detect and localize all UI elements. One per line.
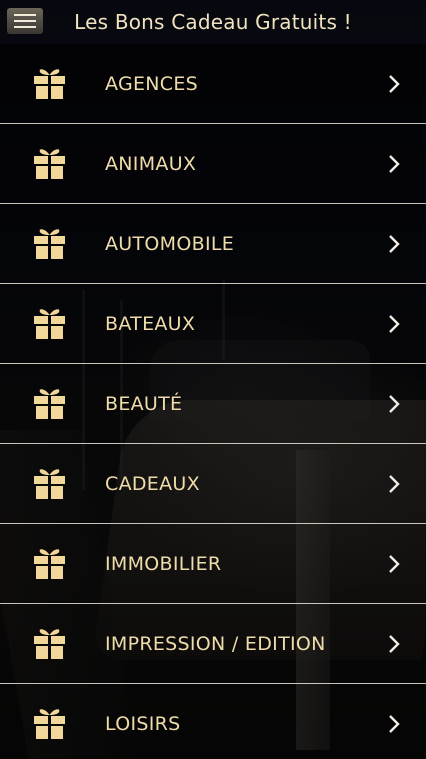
gift-icon [34, 309, 65, 339]
chevron-right-icon [389, 155, 400, 173]
chevron-right-icon [389, 395, 400, 413]
list-item-label: IMPRESSION / EDITION [105, 632, 326, 655]
chevron-right-icon [389, 475, 400, 493]
app-screen: Les Bons Cadeau Gratuits ! AGENCES ANIMA… [0, 0, 426, 759]
list-item-label: IMMOBILIER [105, 552, 222, 575]
hamburger-menu-icon[interactable] [7, 8, 43, 34]
list-item-label: BEAUTÉ [105, 392, 183, 415]
page-title: Les Bons Cadeau Gratuits ! [74, 10, 352, 34]
list-item-bateaux[interactable]: BATEAUX [0, 284, 426, 364]
chevron-right-icon [389, 75, 400, 93]
list-item-cadeaux[interactable]: CADEAUX [0, 444, 426, 524]
list-item-loisirs[interactable]: LOISIRS [0, 684, 426, 759]
list-item-label: CADEAUX [105, 472, 200, 495]
gift-icon [34, 149, 65, 179]
list-item-label: AUTOMOBILE [105, 232, 235, 255]
chevron-right-icon [389, 235, 400, 253]
gift-icon [34, 709, 65, 739]
list-item-label: ANIMAUX [105, 152, 197, 175]
chevron-right-icon [389, 715, 400, 733]
list-item-label: LOISIRS [105, 713, 181, 735]
list-item-label: BATEAUX [105, 312, 196, 335]
list-item-automobile[interactable]: AUTOMOBILE [0, 204, 426, 284]
chevron-right-icon [389, 555, 400, 573]
list-item-agences[interactable]: AGENCES [0, 44, 426, 124]
chevron-right-icon [389, 315, 400, 333]
gift-icon [34, 229, 65, 259]
list-item-beaute[interactable]: BEAUTÉ [0, 364, 426, 444]
gift-icon [34, 69, 65, 99]
chevron-right-icon [389, 635, 400, 653]
list-item-animaux[interactable]: ANIMAUX [0, 124, 426, 204]
app-header: Les Bons Cadeau Gratuits ! [0, 0, 426, 44]
gift-icon [34, 469, 65, 499]
gift-icon [34, 629, 65, 659]
gift-icon [34, 389, 65, 419]
list-item-label: AGENCES [105, 72, 199, 95]
gift-icon [34, 549, 65, 579]
list-item-immobilier[interactable]: IMMOBILIER [0, 524, 426, 604]
category-list: AGENCES ANIMAUX AUTOMOBILE BATEAUX BEAUT… [0, 44, 426, 759]
list-item-impression-edition[interactable]: IMPRESSION / EDITION [0, 604, 426, 684]
